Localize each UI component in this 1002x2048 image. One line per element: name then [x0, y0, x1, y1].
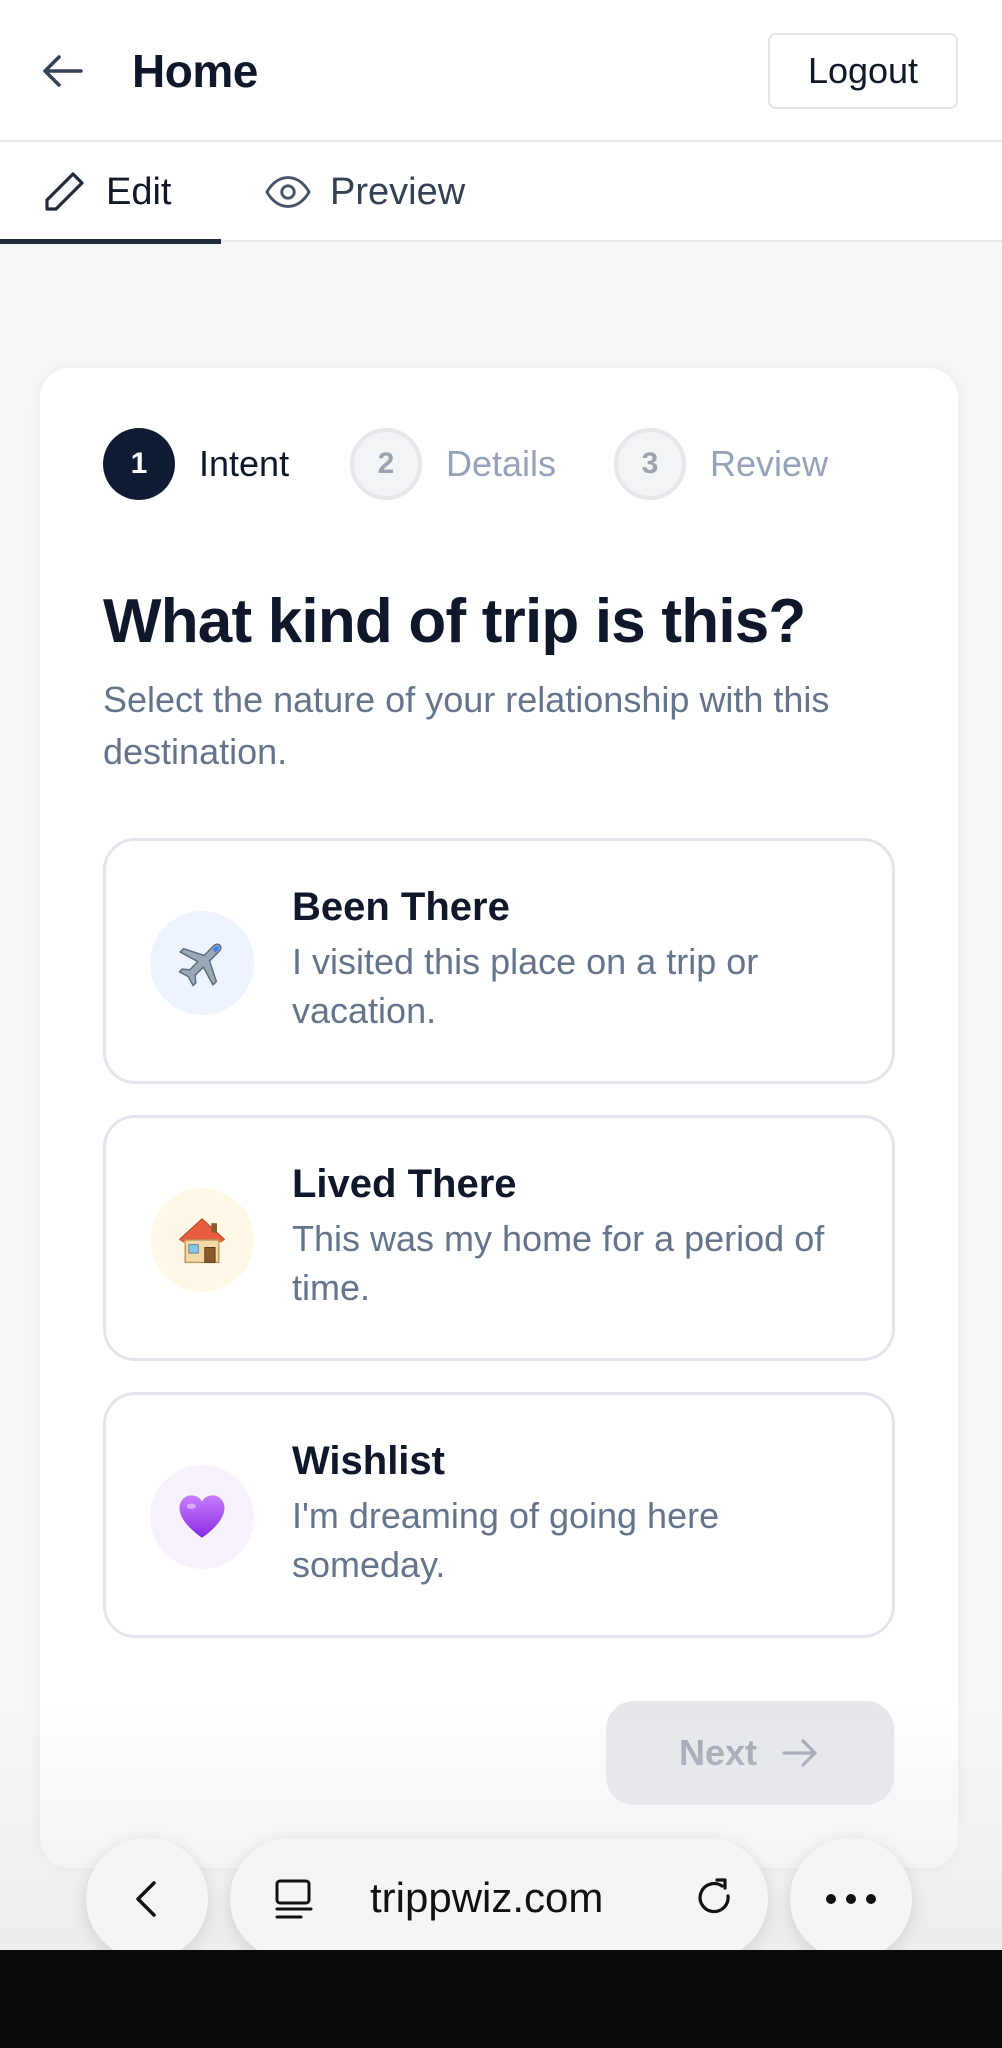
tab-edit[interactable]: Edit — [0, 142, 221, 244]
next-label: Next — [678, 1732, 758, 1773]
eye-icon — [264, 168, 312, 216]
step-number: 2 — [350, 428, 422, 500]
option-description: This was my home for a period of time. — [292, 1218, 825, 1308]
reload-icon[interactable] — [690, 1874, 740, 1924]
chevron-left-icon — [136, 1881, 156, 1917]
option-title: Wishlist — [292, 1439, 445, 1483]
browser-back-button[interactable] — [86, 1838, 208, 1960]
purple-heart-icon — [150, 1465, 254, 1569]
step-review: 3 Review — [614, 428, 828, 500]
option-wishlist[interactable]: Wishlist I'm dreaming of going here some… — [103, 1392, 895, 1638]
pencil-icon — [40, 168, 88, 216]
arrow-left-icon — [43, 55, 83, 87]
house-icon — [150, 1188, 254, 1292]
step-intent: 1 Intent — [103, 428, 289, 500]
step-number: 1 — [103, 428, 175, 500]
question-subtitle: Select the nature of your relationship w… — [103, 679, 830, 772]
page-title: Home — [132, 45, 258, 97]
step-number: 3 — [614, 428, 686, 500]
tabs-icon[interactable] — [268, 1873, 320, 1925]
airplane-icon — [150, 911, 254, 1015]
step-label: Intent — [199, 443, 290, 484]
arrow-right-icon — [779, 1732, 821, 1774]
ellipsis-icon — [826, 1894, 876, 1904]
option-title: Lived There — [292, 1162, 517, 1206]
tab-preview-label: Preview — [330, 170, 466, 213]
back-button[interactable] — [38, 46, 88, 96]
step-label: Details — [446, 443, 557, 484]
app-header: Home Logout — [0, 0, 1002, 142]
tab-preview[interactable]: Preview — [264, 142, 504, 242]
question-title: What kind of trip is this? — [103, 587, 806, 656]
step-details: 2 Details — [350, 428, 556, 500]
option-lived-there[interactable]: Lived There This was my home for a perio… — [103, 1115, 895, 1361]
tab-edit-label: Edit — [106, 170, 172, 213]
trip-intent-card: 1 Intent 2 Details 3 Review What kind of… — [40, 368, 958, 1868]
editor-tabs: Edit Preview — [0, 142, 1002, 244]
logout-button[interactable]: Logout — [768, 33, 958, 109]
option-description: I'm dreaming of going here someday. — [292, 1495, 720, 1585]
home-indicator-area — [0, 1950, 1002, 2048]
next-button[interactable]: Next — [606, 1701, 894, 1805]
more-options-button[interactable] — [790, 1838, 912, 1960]
option-been-there[interactable]: Been There I visited this place on a tri… — [103, 838, 895, 1084]
option-description: I visited this place on a trip or vacati… — [292, 941, 759, 1031]
step-label: Review — [710, 443, 829, 484]
url-text: trippwiz.com — [370, 1874, 604, 1921]
address-bar[interactable]: trippwiz.com — [230, 1838, 768, 1960]
option-title: Been There — [292, 885, 510, 929]
